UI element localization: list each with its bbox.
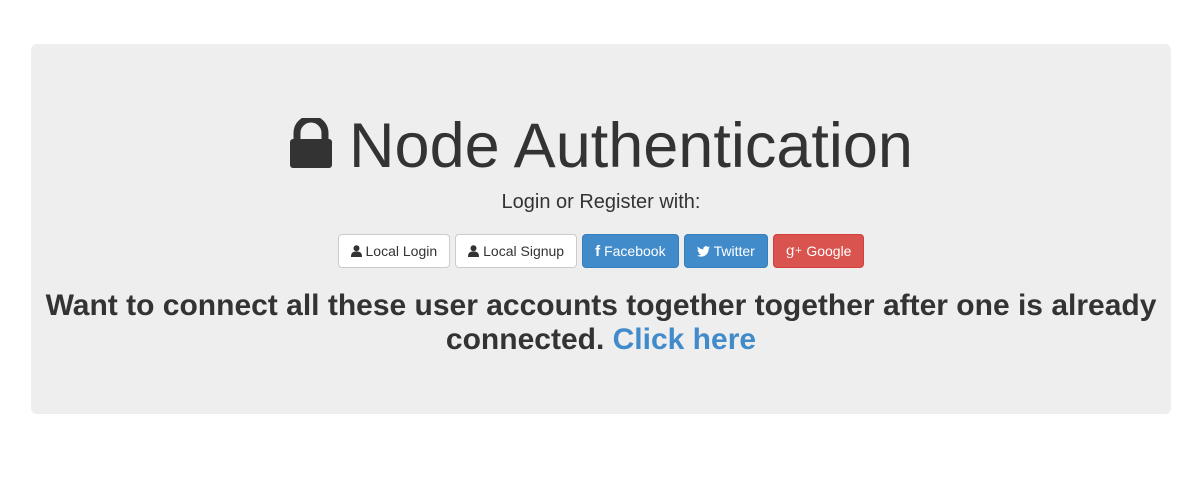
connect-message-text: Want to connect all these user accounts … bbox=[45, 289, 1157, 356]
google-label: Google bbox=[806, 243, 852, 259]
twitter-button[interactable]: Twitter bbox=[683, 234, 768, 268]
google-button[interactable]: g + Google bbox=[772, 234, 865, 268]
click-here-link[interactable]: Click here bbox=[613, 323, 756, 356]
lock-icon bbox=[289, 118, 333, 168]
page-title-text: Node Authentication bbox=[349, 111, 913, 181]
user-icon bbox=[468, 245, 480, 257]
jumbotron-panel: Node Authentication Login or Register wi… bbox=[31, 44, 1171, 414]
twitter-icon bbox=[696, 245, 710, 257]
local-login-label: Local Login bbox=[365, 243, 438, 259]
google-plus-icon: g + bbox=[785, 243, 803, 259]
connect-message: Want to connect all these user accounts … bbox=[31, 289, 1171, 357]
facebook-icon: f bbox=[595, 242, 601, 260]
local-signup-button[interactable]: Local Signup bbox=[455, 234, 578, 268]
facebook-label: Facebook bbox=[604, 243, 666, 259]
facebook-button[interactable]: f Facebook bbox=[582, 234, 679, 268]
subtitle: Login or Register with: bbox=[501, 191, 701, 213]
auth-button-row: Local Login Local Signup f Facebook Twit… bbox=[31, 234, 1171, 268]
page-title: Node Authentication bbox=[31, 111, 1171, 181]
twitter-label: Twitter bbox=[713, 243, 755, 259]
local-signup-label: Local Signup bbox=[483, 243, 565, 259]
user-icon bbox=[350, 245, 362, 257]
local-login-button[interactable]: Local Login bbox=[337, 234, 451, 268]
